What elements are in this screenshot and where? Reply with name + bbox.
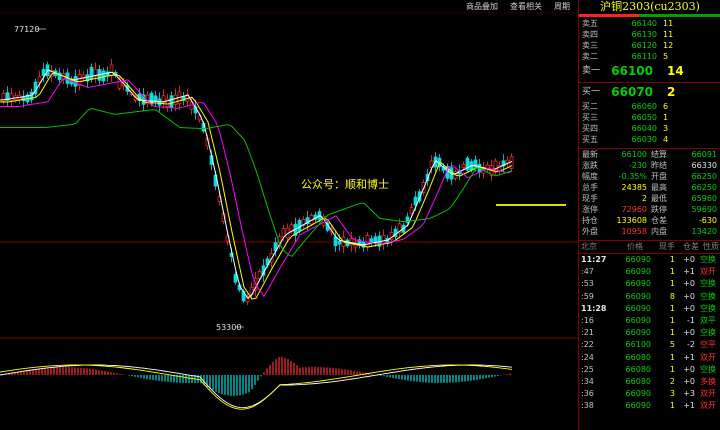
stat-row: 持仓 133608 仓差 -630 — [582, 216, 717, 225]
stat-row: 总手 24385 最高 66250 — [582, 183, 717, 192]
quote-panel: 沪铜2303(cu2303) 卖五 66140 11 卖四 66130 11 卖三 661… — [578, 0, 720, 430]
candle — [281, 228, 286, 238]
candle — [337, 240, 342, 245]
contract-title: 沪铜2303(cu2303) — [579, 0, 720, 15]
candle — [365, 235, 370, 248]
tick-row: :59 66090 8 +0 空换 — [581, 291, 716, 301]
tick-list[interactable]: 北京 价格 现手 仓差 性质 11:27 66090 1 +0 空换 :47 66090 1 +… — [579, 240, 720, 412]
candle — [297, 220, 302, 232]
tick-row: 11:28 66090 1 +0 空换 — [581, 303, 716, 313]
tick-row: :36 66090 3 +3 双开 — [581, 389, 716, 399]
tick-row: :25 66080 1 +0 空换 — [581, 364, 716, 374]
quote-stats: 最新 66100 结算 66091 涨跌 -230 昨结 66330 幅度 -0.35% 开盘 6… — [579, 148, 720, 237]
tick-row: :47 66090 1 +1 双开 — [581, 267, 716, 277]
ask-row: 卖三 66120 12 — [582, 41, 674, 50]
bid-row: 买二 66060 6 — [582, 102, 669, 111]
chart-toolbar: 商品叠加 查看相关 周期 — [464, 0, 572, 12]
view-related-button[interactable]: 查看相关 — [508, 0, 544, 12]
tick-row: :22 66100 5 -2 空平 — [581, 340, 716, 350]
candle — [461, 164, 466, 168]
candle — [109, 64, 114, 77]
ask-row: 卖五 66140 11 — [582, 19, 674, 28]
candle — [233, 273, 238, 283]
candle — [485, 164, 490, 169]
candle — [173, 94, 178, 105]
tick-row: :21 66090 1 +0 空换 — [581, 328, 716, 338]
stat-row: 现手 2 最低 65960 — [582, 194, 717, 203]
stat-row: 最新 66100 结算 66091 — [582, 150, 717, 159]
tick-header: 北京 价格 现手 仓差 性质 — [579, 240, 720, 254]
ask-book: 卖五 66140 11 卖四 66130 11 卖三 66120 12 卖二 66110 5 卖… — [579, 18, 720, 80]
kline-chart[interactable]: 77120 53300 公众号：顺和博士 — [0, 0, 578, 430]
candle — [169, 95, 174, 108]
ask1-row: 卖一 66100 14 — [582, 64, 684, 78]
tick-row: :16 66090 1 -1 双平 — [581, 315, 716, 325]
candle — [153, 95, 158, 102]
bid1-row: 买一 66070 2 — [582, 85, 676, 99]
tick-row: :53 66090 1 +0 空换 — [581, 279, 716, 289]
tick-row: :24 66080 1 +1 双开 — [581, 352, 716, 362]
bid-row: 买四 66040 3 — [582, 124, 669, 133]
candle — [101, 70, 106, 82]
bid-book: 买一 66070 2 买二 66060 6 买三 66050 1 买四 66040 3 买五 66… — [579, 82, 720, 145]
stat-row: 外盘 10958 内盘 13420 — [582, 227, 717, 236]
low-price-label: 53300 — [216, 323, 241, 332]
ask-row: 卖二 66110 5 — [582, 52, 669, 61]
candle — [409, 207, 414, 214]
overlay-button[interactable]: 商品叠加 — [464, 0, 500, 12]
stat-row: 涨停 72960 跌停 59690 — [582, 205, 717, 214]
tick-row: :38 66090 1 +1 双开 — [581, 401, 716, 411]
candle — [89, 66, 94, 80]
candle — [29, 91, 34, 101]
high-price-label: 77120 — [14, 25, 39, 34]
bid-row: 买三 66050 1 — [582, 113, 669, 122]
candle — [9, 93, 14, 101]
candle — [41, 69, 46, 76]
period-button[interactable]: 周期 — [552, 0, 572, 12]
stat-row: 幅度 -0.35% 开盘 66250 — [582, 172, 717, 181]
tick-row: :34 66080 2 +0 多换 — [581, 376, 716, 386]
watermark-text: 公众号：顺和博士 — [301, 178, 389, 191]
bid-row: 买五 66030 4 — [582, 135, 669, 144]
stat-row: 涨跌 -230 昨结 66330 — [582, 161, 717, 170]
tick-row: 11:27 66090 1 +0 空换 — [581, 255, 716, 264]
ask-row: 卖四 66130 11 — [582, 30, 674, 39]
